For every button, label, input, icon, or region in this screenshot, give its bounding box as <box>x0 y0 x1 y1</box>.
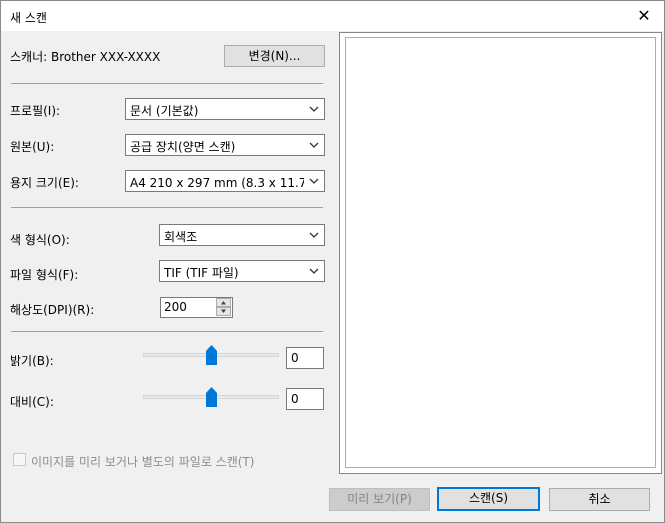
resolution-value: 200 <box>164 300 187 314</box>
color-format-dropdown[interactable]: 회색조 <box>159 224 325 246</box>
source-value: 공급 장치(양면 스캔) <box>130 140 236 154</box>
resolution-spinbox[interactable]: 200 <box>160 297 233 318</box>
spin-up-button[interactable] <box>216 298 231 307</box>
preview-button[interactable]: 미리 보기(P) <box>329 488 430 511</box>
scan-button[interactable]: 스캔(S) <box>437 487 540 511</box>
title-bar: 새 스캔 ✕ <box>1 1 664 31</box>
separator <box>11 331 323 332</box>
chevron-down-icon <box>309 178 319 184</box>
separator <box>11 83 323 84</box>
scanner-label: 스캐너: Brother XXX-XXXX <box>10 50 161 64</box>
source-dropdown[interactable]: 공급 장치(양면 스캔) <box>125 134 325 156</box>
profile-dropdown[interactable]: 문서 (기본값) <box>125 98 325 120</box>
color-format-label: 색 형식(O): <box>10 233 70 247</box>
profile-label: 프로필(I): <box>10 104 61 118</box>
contrast-slider-thumb[interactable] <box>205 387 217 407</box>
source-label: 원본(U): <box>10 140 55 154</box>
brightness-label: 밝기(B): <box>10 354 54 368</box>
paper-size-dropdown[interactable]: A4 210 x 297 mm (8.3 x 11.7인 <box>125 170 325 192</box>
chevron-down-icon <box>309 142 319 148</box>
profile-value: 문서 (기본값) <box>130 104 199 118</box>
file-type-label: 파일 형식(F): <box>10 268 79 282</box>
paper-size-label: 용지 크기(E): <box>10 176 79 190</box>
file-type-dropdown[interactable]: TIF (TIF 파일) <box>159 260 325 282</box>
brightness-value-field[interactable]: 0 <box>286 347 324 369</box>
preview-area <box>345 37 656 468</box>
change-scanner-button[interactable]: 변경(N)... <box>224 45 325 67</box>
preview-pane <box>339 32 662 474</box>
file-type-value: TIF (TIF 파일) <box>164 266 239 280</box>
new-scan-dialog: 새 스캔 ✕ 스캐너: Brother XXX-XXXX 변경(N)... 프로… <box>0 0 665 523</box>
cancel-button[interactable]: 취소 <box>549 488 650 511</box>
close-button[interactable]: ✕ <box>624 1 664 31</box>
contrast-label: 대비(C): <box>10 395 54 409</box>
arrow-down-icon <box>221 309 226 313</box>
close-icon: ✕ <box>637 6 651 25</box>
chevron-down-icon <box>309 268 319 274</box>
arrow-up-icon <box>221 301 226 305</box>
spin-down-button[interactable] <box>216 307 231 316</box>
separator <box>11 207 323 208</box>
brightness-slider-thumb[interactable] <box>205 345 217 365</box>
resolution-label: 해상도(DPI)(R): <box>10 303 95 317</box>
contrast-value: 0 <box>291 392 299 406</box>
paper-size-value: A4 210 x 297 mm (8.3 x 11.7인 <box>130 176 304 190</box>
preview-separate-checkbox[interactable] <box>13 453 26 466</box>
contrast-value-field[interactable]: 0 <box>286 388 324 410</box>
brightness-value: 0 <box>291 351 299 365</box>
color-format-value: 회색조 <box>164 230 198 244</box>
chevron-down-icon <box>309 232 319 238</box>
preview-separate-label: 이미지를 미리 보거나 별도의 파일로 스캔(T) <box>31 455 255 469</box>
chevron-down-icon <box>309 106 319 112</box>
window-title: 새 스캔 <box>10 11 47 25</box>
